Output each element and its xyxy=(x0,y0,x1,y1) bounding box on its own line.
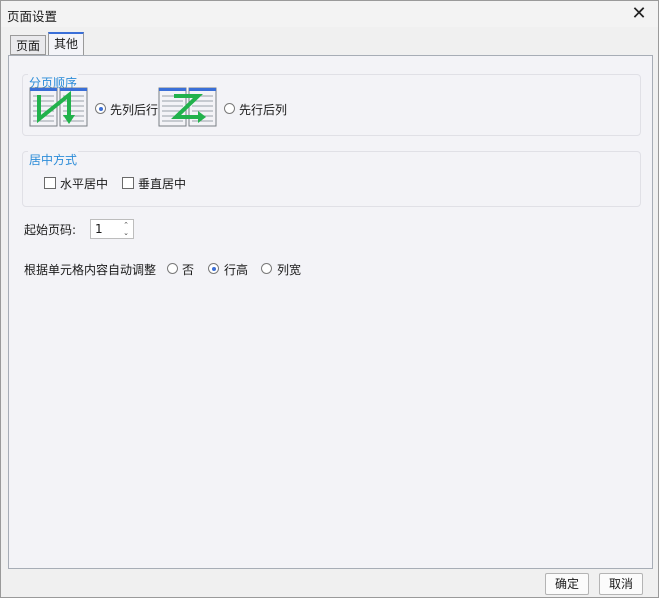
horizontal-center-label: 水平居中 xyxy=(60,177,109,191)
tab-panel-other: 分页顺序 先列后行 先行后列 居中方式 水平居中 垂直居中 起始页码: 1 ⌃ … xyxy=(8,55,653,569)
start-page-stepper[interactable]: 1 ⌃ ⌄ xyxy=(90,219,134,239)
page-order-group: 分页顺序 先列后行 先行后列 xyxy=(22,74,641,136)
tab-other[interactable]: 其他 xyxy=(48,32,85,56)
chevron-up-icon[interactable]: ⌃ xyxy=(120,221,132,229)
radio-auto-adjust-row-height[interactable] xyxy=(208,263,219,274)
page-setup-dialog: 页面设置 ✕ 页面 其他 分页顺序 先列后行 先行后列 居中方式 水平居中 垂直… xyxy=(0,0,659,598)
dialog-title: 页面设置 xyxy=(7,9,58,24)
chevron-down-icon[interactable]: ⌄ xyxy=(120,229,132,237)
down-then-over-icon xyxy=(29,87,88,127)
auto-adjust-label: 根据单元格内容自动调整 xyxy=(24,263,157,277)
start-page-value[interactable]: 1 xyxy=(95,222,103,236)
ok-button[interactable]: 确定 xyxy=(545,573,589,595)
close-icon[interactable]: ✕ xyxy=(628,3,650,25)
radio-over-then-down[interactable] xyxy=(224,103,235,114)
start-page-label: 起始页码: xyxy=(24,223,77,237)
vertical-center-checkbox[interactable] xyxy=(122,177,134,189)
tab-page[interactable]: 页面 xyxy=(10,35,47,55)
radio-auto-adjust-none[interactable] xyxy=(167,263,178,274)
over-then-down-icon xyxy=(158,87,217,127)
title-bar: 页面设置 ✕ xyxy=(1,1,658,27)
radio-auto-adjust-column-width[interactable] xyxy=(261,263,272,274)
cancel-button[interactable]: 取消 xyxy=(599,573,643,595)
centering-group: 居中方式 水平居中 垂直居中 xyxy=(22,151,641,207)
auto-adjust-column-width-label: 列宽 xyxy=(277,263,302,277)
radio-down-then-over[interactable] xyxy=(95,103,106,114)
down-then-over-label: 先列后行 xyxy=(110,103,159,117)
auto-adjust-row-height-label: 行高 xyxy=(224,263,249,277)
vertical-center-label: 垂直居中 xyxy=(138,177,187,191)
horizontal-center-checkbox[interactable] xyxy=(44,177,56,189)
centering-title: 居中方式 xyxy=(28,151,79,168)
over-then-down-label: 先行后列 xyxy=(239,103,288,117)
auto-adjust-none-label: 否 xyxy=(182,263,195,277)
